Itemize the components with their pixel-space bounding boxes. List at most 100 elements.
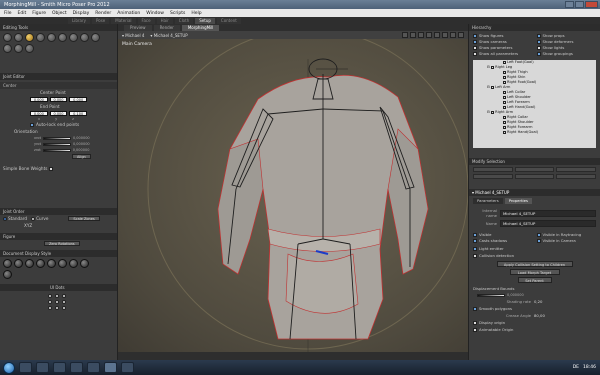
joint-order-value[interactable]: XYZ <box>0 222 117 229</box>
grouping-tool-icon[interactable] <box>91 33 100 42</box>
ui-dot-4[interactable] <box>48 300 52 304</box>
camera-icon[interactable] <box>442 32 448 38</box>
modify-button-6[interactable] <box>556 174 596 179</box>
morph-brush-tool-icon[interactable] <box>14 44 23 53</box>
visible-camera-option[interactable]: Visible in Camera <box>536 238 597 243</box>
taskbar-poser-icon[interactable] <box>104 362 117 373</box>
outline-style-icon[interactable] <box>14 259 23 268</box>
orientation-y-dial[interactable] <box>42 142 71 146</box>
menu-figure[interactable]: Figure <box>32 11 46 16</box>
menu-file[interactable]: File <box>4 11 12 16</box>
orientation-x-dial[interactable] <box>42 136 71 140</box>
orientation-z-dial[interactable] <box>42 148 71 152</box>
animatable-origin-option[interactable]: Animatable Origin <box>469 326 600 333</box>
displacement-bounds-value[interactable]: 0,000000 <box>507 293 524 297</box>
layout-icon[interactable] <box>458 32 464 38</box>
smooth-shaded-style-icon[interactable] <box>3 270 12 279</box>
displacement-bounds-dial[interactable] <box>477 293 505 297</box>
menu-animation[interactable]: Animation <box>117 11 140 16</box>
standard-radio[interactable] <box>3 217 7 221</box>
simple-bone-weights-checkbox[interactable] <box>48 167 53 171</box>
modify-button-4[interactable] <box>473 174 513 179</box>
cartoon-style-icon[interactable] <box>80 259 89 268</box>
ui-dot-8[interactable] <box>55 306 59 310</box>
taskbar-app-icon[interactable] <box>121 362 134 373</box>
scale-zones-button[interactable]: Scale Zones <box>68 216 100 221</box>
show-props-checkbox[interactable] <box>536 34 541 38</box>
menu-display[interactable]: Display <box>73 11 90 16</box>
figure-render[interactable] <box>118 39 468 352</box>
menu-object[interactable]: Object <box>52 11 67 16</box>
taskbar-app-icon[interactable] <box>70 362 83 373</box>
clock[interactable]: 18:46 <box>583 365 596 370</box>
end-y-field[interactable]: 0,000 <box>49 111 68 116</box>
ui-dot-7[interactable] <box>48 306 52 310</box>
direct-manipulation-tool-icon[interactable] <box>25 44 34 53</box>
orientation-z-value[interactable]: 0,000000 <box>73 148 90 152</box>
align-button[interactable]: Align <box>72 154 91 159</box>
modify-button-3[interactable] <box>556 167 596 172</box>
ui-dot-6[interactable] <box>62 300 66 304</box>
auto-end-point-checkbox[interactable] <box>30 123 34 127</box>
silhouette-style-icon[interactable] <box>3 259 12 268</box>
pan-icon[interactable] <box>418 32 424 38</box>
modify-button-1[interactable] <box>473 167 513 172</box>
joint-order-standard[interactable]: Standard <box>3 216 27 221</box>
shading-rate-value[interactable]: 0,20 <box>534 299 542 304</box>
hidden-line-style-icon[interactable] <box>36 259 45 268</box>
language-indicator[interactable]: DE <box>573 365 579 370</box>
translate-in-out-tool-icon[interactable] <box>36 33 45 42</box>
translate-tool-icon[interactable] <box>25 33 34 42</box>
rotate-view-icon[interactable] <box>426 32 432 38</box>
show-lights-option[interactable]: Show lights <box>536 45 597 50</box>
name-field[interactable]: Michael 4_SETUP <box>500 220 596 227</box>
taskbar-media-icon[interactable] <box>53 362 66 373</box>
orientation-x-value[interactable]: 0,000000 <box>73 136 90 140</box>
zoom-icon[interactable] <box>410 32 416 38</box>
end-z-field[interactable]: 0,100 <box>69 111 88 116</box>
simple-bone-weights-row[interactable]: Simple Bone Weights <box>0 165 117 172</box>
actor-selector[interactable]: ▾ Michael 4_SETUP <box>150 33 187 38</box>
auto-end-point-row[interactable]: Auto-lock end points <box>0 121 117 128</box>
show-props-option[interactable]: Show props <box>536 33 597 38</box>
lit-wireframe-style-icon[interactable] <box>47 259 56 268</box>
end-x-field[interactable]: 0,000 <box>30 111 48 116</box>
twist-tool-icon[interactable] <box>14 33 23 42</box>
smooth-polygons-option[interactable]: Smooth polygons <box>469 305 600 312</box>
menu-help[interactable]: Help <box>191 11 201 16</box>
menu-render[interactable]: Render <box>95 11 111 16</box>
minimize-button[interactable] <box>565 1 574 8</box>
taskbar-app-icon[interactable] <box>87 362 100 373</box>
apply-collision-button[interactable]: Apply Collision Setting to Children <box>496 261 573 267</box>
show-parameters-checkbox[interactable] <box>473 46 477 50</box>
taskbar-explorer-icon[interactable] <box>19 362 32 373</box>
center-z-field[interactable]: 0,000 <box>69 97 88 102</box>
center-y-field[interactable]: 0,000 <box>49 97 68 102</box>
view-magnifier-tool-icon[interactable] <box>3 44 12 53</box>
figure-selector[interactable]: ▾ Michael 4 <box>122 33 144 38</box>
select-view-icon[interactable] <box>402 32 408 38</box>
joint-order-curve[interactable]: Curve <box>31 216 48 221</box>
show-groupings-option[interactable]: Show groupings <box>536 51 597 56</box>
show-parameters-option[interactable]: Show parameters <box>473 45 533 50</box>
modify-button-5[interactable] <box>514 174 555 179</box>
ui-dot-2[interactable] <box>55 294 59 298</box>
menu-edit[interactable]: Edit <box>18 11 27 16</box>
load-morph-target-button[interactable]: Load Morph Target <box>509 269 560 275</box>
collision-detection-option[interactable]: Collision detection <box>469 252 600 259</box>
menu-window[interactable]: Window <box>146 11 164 16</box>
ui-dot-9[interactable] <box>62 306 66 310</box>
show-all-parameters-checkbox[interactable] <box>473 52 477 56</box>
show-cameras-checkbox[interactable] <box>473 40 477 44</box>
show-figures-option[interactable]: Show figures <box>473 33 533 38</box>
move-view-icon[interactable] <box>434 32 440 38</box>
tree-item[interactable]: Right Hand(Goal) <box>473 130 596 135</box>
scale-tool-icon[interactable] <box>47 33 56 42</box>
taskbar-browser-icon[interactable] <box>36 362 49 373</box>
tab-parameters[interactable]: Parameters <box>473 198 503 204</box>
close-button[interactable] <box>585 1 598 8</box>
orientation-y-value[interactable]: 0,000000 <box>73 142 90 146</box>
crease-angle-value[interactable]: 80,00 <box>534 313 545 318</box>
taper-tool-icon[interactable] <box>58 33 67 42</box>
viewport-canvas[interactable]: Main Camera <box>118 39 468 352</box>
